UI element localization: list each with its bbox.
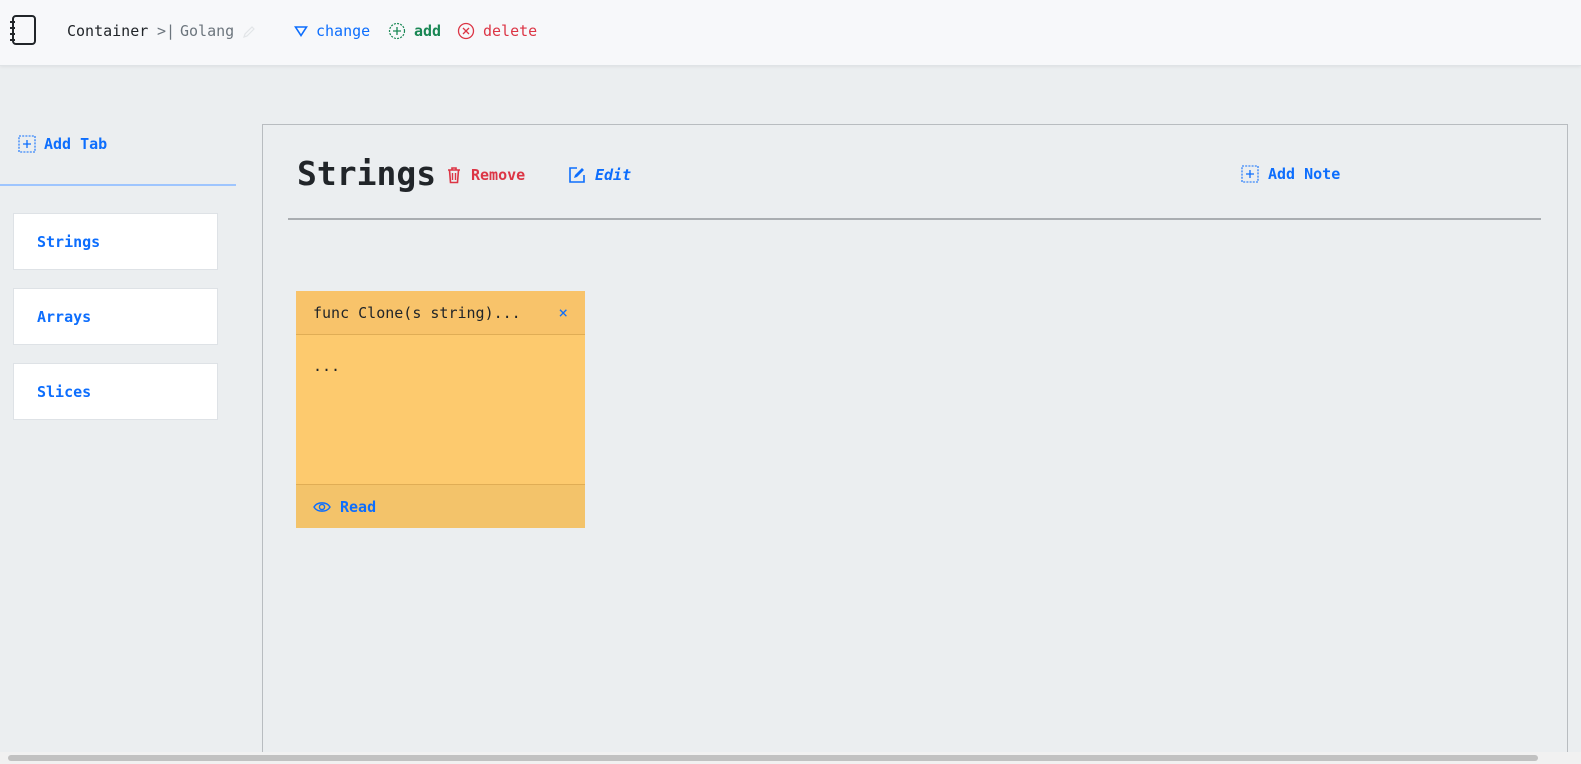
- note-header: func Clone(s string)... ×: [296, 291, 585, 335]
- trash-icon: [448, 167, 460, 184]
- plus-square-icon: [1241, 165, 1259, 183]
- plus-square-icon: [18, 135, 36, 153]
- delete-button[interactable]: delete: [457, 22, 537, 40]
- add-note-label: Add Note: [1268, 165, 1341, 183]
- add-button[interactable]: add: [388, 22, 441, 40]
- sidebar-tab-slices[interactable]: Slices: [13, 363, 218, 420]
- eye-icon: [313, 501, 331, 512]
- title-divider: [288, 218, 1541, 220]
- sidebar-tab-strings[interactable]: Strings: [13, 213, 218, 270]
- sidebar-tab-label: Arrays: [37, 307, 92, 326]
- note-card: func Clone(s string)... × ... Read: [296, 291, 585, 528]
- add-note-button[interactable]: Add Note: [1241, 165, 1340, 183]
- caret-down-icon: [294, 26, 308, 37]
- page-title: Strings: [297, 154, 437, 193]
- change-button[interactable]: change: [294, 22, 370, 40]
- x-circle-icon: [457, 22, 475, 40]
- breadcrumb-separator: >|: [157, 22, 176, 40]
- read-label: Read: [340, 497, 377, 516]
- pencil-icon[interactable]: [242, 25, 256, 39]
- add-label: add: [414, 22, 442, 40]
- notebook-icon[interactable]: [7, 14, 39, 48]
- sidebar-tab-arrays[interactable]: Arrays: [13, 288, 218, 345]
- edit-label: Edit: [595, 166, 632, 184]
- sidebar-divider: [0, 184, 236, 186]
- remove-label: Remove: [471, 166, 526, 184]
- pencil-square-icon: [569, 167, 585, 183]
- close-icon[interactable]: ×: [558, 303, 568, 322]
- scrollbar-thumb[interactable]: [8, 755, 1538, 761]
- plus-circle-icon: [388, 22, 406, 40]
- delete-label: delete: [483, 22, 538, 40]
- add-tab-button[interactable]: Add Tab: [18, 135, 107, 153]
- add-tab-label: Add Tab: [44, 135, 108, 153]
- remove-button[interactable]: Remove: [446, 166, 525, 184]
- sidebar-tab-label: Slices: [37, 382, 92, 401]
- note-title: func Clone(s string)...: [313, 303, 521, 322]
- container-label: Container: [67, 22, 149, 40]
- current-container-name: Golang: [180, 22, 235, 40]
- top-navbar: Container >| Golang change add delete: [0, 0, 1581, 66]
- change-label: change: [316, 22, 371, 40]
- edit-button[interactable]: Edit: [568, 166, 631, 184]
- read-button[interactable]: Read: [296, 484, 585, 528]
- horizontal-scrollbar[interactable]: [0, 752, 1581, 764]
- sidebar-tab-label: Strings: [37, 232, 101, 251]
- note-body: ...: [313, 357, 341, 375]
